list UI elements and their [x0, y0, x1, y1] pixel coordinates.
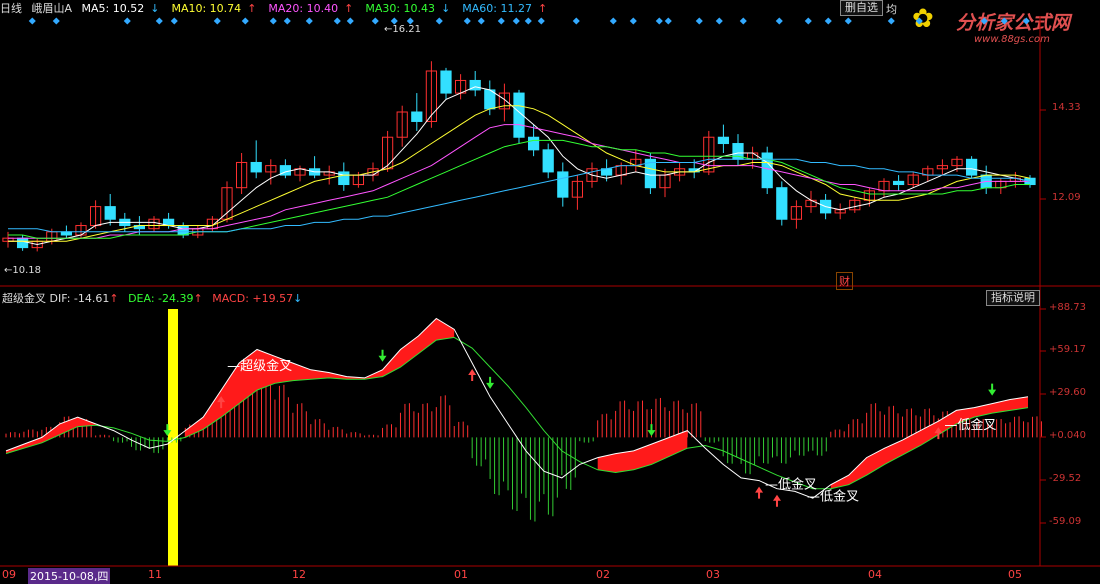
golden-cross-annotation: —超级金叉 — [227, 358, 292, 374]
cai-badge[interactable]: 财 — [836, 272, 853, 290]
signal-diamond-icon — [28, 17, 36, 25]
signal-diamond-icon — [333, 17, 341, 25]
signal-diamond-icon — [844, 17, 852, 25]
x-axis-label: 05 — [1008, 568, 1022, 581]
dea-value: DEA: -24.39 — [128, 292, 194, 305]
signal-diamond-icon — [775, 17, 783, 25]
signal-diamond-icon — [524, 17, 532, 25]
indicator-help-button[interactable]: 指标说明 — [986, 290, 1040, 306]
price-tick-1: 14.33 — [1052, 102, 1081, 113]
signal-diamond-icon — [980, 17, 988, 25]
buy-arrow-icon — [772, 494, 781, 507]
signal-diamond-icon — [155, 17, 163, 25]
x-axis-label: 11 — [148, 568, 162, 581]
signal-diamond-icon — [305, 17, 313, 25]
signal-diamond-icon — [269, 17, 277, 25]
macd-arrow: ↓ — [293, 292, 303, 305]
sell-arrow-icon — [378, 349, 387, 362]
x-axis-label: 02 — [596, 568, 610, 581]
signal-diamond-icon — [664, 17, 672, 25]
low-label: ←10.18 — [4, 265, 42, 276]
signal-diamond-icon — [715, 17, 723, 25]
candle-body — [440, 70, 452, 94]
candle-body — [542, 149, 554, 173]
price-tick-2: 12.09 — [1052, 192, 1081, 203]
signal-diamond-icon — [497, 17, 505, 25]
candle-body — [104, 206, 116, 220]
candle-body — [717, 136, 730, 145]
candle-body — [250, 161, 262, 173]
signal-diamond-icon — [463, 17, 471, 25]
golden-cross-annotation: —低金叉 — [807, 489, 859, 505]
signal-diamond-icon — [213, 17, 221, 25]
dea-arrow: ↑ — [193, 292, 203, 305]
ind-tick-4: +0.040 — [1049, 430, 1087, 441]
signal-diamond-icon — [572, 17, 580, 25]
buy-arrow-icon — [468, 369, 477, 382]
signal-diamond-icon — [170, 17, 178, 25]
signal-diamond-icon — [512, 17, 520, 25]
price-panel — [2, 61, 1036, 252]
signal-diamond-icon — [824, 17, 832, 25]
indicator-header: 超级金叉 DIF: -14.61↑ DEA: -24.39↑ MACD: +19… — [2, 290, 302, 306]
signal-diamond-icon — [435, 17, 443, 25]
x-axis-label: 01 — [454, 568, 468, 581]
signal-diamond-icon — [52, 17, 60, 25]
low-value: 10.18 — [12, 265, 42, 276]
signal-diamond-icon — [655, 17, 663, 25]
x-axis-label: 09 — [2, 568, 16, 581]
signal-diamond-icon — [1000, 17, 1008, 25]
ma60-line — [8, 158, 1031, 233]
high-label: ←16.21 — [384, 24, 422, 35]
candle-body — [776, 187, 788, 220]
sell-arrow-icon — [647, 424, 656, 437]
sell-arrow-icon — [988, 383, 997, 396]
signal-diamond-icon — [283, 17, 291, 25]
candle-body — [892, 180, 905, 186]
signal-diamond-icon — [804, 17, 812, 25]
ind-tick-2: +59.17 — [1049, 344, 1087, 355]
signal-diamond-icon — [123, 17, 131, 25]
candle-body — [16, 237, 29, 249]
candle-body — [177, 225, 189, 236]
candle-body — [761, 152, 773, 189]
signal-diamond-icon — [739, 17, 747, 25]
ind-tick-1: +88.73 — [1049, 302, 1087, 313]
macd-value: MACD: +19.57 — [212, 292, 294, 305]
dif-value: DIF: -14.61 — [49, 292, 110, 305]
candle-body — [411, 111, 423, 122]
signal-diamond-icon — [346, 17, 354, 25]
candle-body — [527, 136, 540, 151]
buy-arrow-icon — [755, 486, 764, 499]
dif-arrow: ↑ — [109, 292, 119, 305]
signal-diamond-icon — [537, 17, 545, 25]
golden-cross-annotation: —低金叉 — [944, 417, 996, 433]
ind-tick-3: +29.60 — [1049, 387, 1087, 398]
signal-diamond-icon — [609, 17, 617, 25]
signal-diamond-icon — [477, 17, 485, 25]
signal-diamond-icon — [371, 17, 379, 25]
high-value: 16.21 — [392, 24, 422, 35]
x-axis-label: 12 — [292, 568, 306, 581]
ind-tick-6: -59.09 — [1049, 516, 1082, 527]
x-axis-labels: 09 11 12 01 02 03 04 05 — [0, 568, 1040, 582]
x-axis-label: 04 — [868, 568, 882, 581]
signal-diamond-icon — [241, 17, 249, 25]
candle-body — [60, 231, 73, 236]
signal-diamond-icon — [629, 17, 637, 25]
signal-diamond-icon — [915, 17, 923, 25]
candle-body — [965, 158, 978, 176]
candle-body — [557, 171, 569, 198]
signal-diamond-icon — [695, 17, 703, 25]
sell-arrow-icon — [486, 376, 495, 389]
x-axis-label: 03 — [706, 568, 720, 581]
indicator-panel: —超级金叉—低金叉—低金叉—低金叉 — [5, 309, 1042, 566]
signal-diamond-icon — [887, 17, 895, 25]
indicator-name[interactable]: 超级金叉 — [2, 292, 46, 305]
signal-diamond-icon — [1022, 17, 1030, 25]
ind-tick-5: -29.52 — [1049, 473, 1082, 484]
